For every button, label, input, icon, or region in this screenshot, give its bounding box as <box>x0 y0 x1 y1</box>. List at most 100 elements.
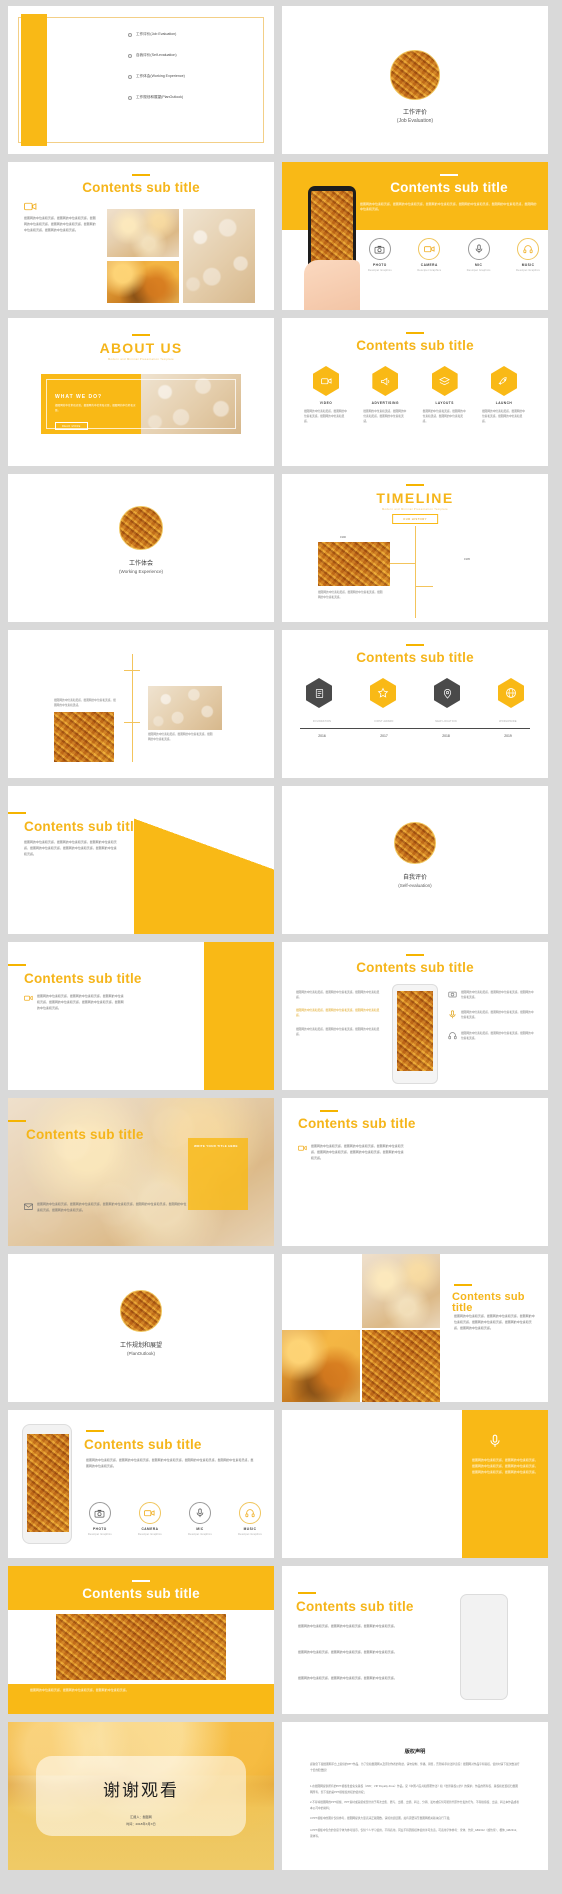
connector <box>124 670 140 671</box>
feature-label: CAMERA <box>420 263 438 267</box>
copyright-item: 2.不得将摄图网的PPT模板、PPT素材或其组成部分用于再次出售、赠与、出租、出… <box>310 1801 519 1810</box>
feature-label: MUSIC <box>243 1527 257 1531</box>
side-band-label: WRITE YOUR TITLE HERE <box>194 1144 238 1148</box>
photo-panel <box>126 942 204 1090</box>
content-slide-year-icons[interactable]: Contents sub title FOUNDATION FIRST AWAR… <box>282 630 548 778</box>
cover-menu-item[interactable]: 工作体会(Working Experience) <box>128 74 185 79</box>
content-slide-photo-yellow-panel[interactable]: 摄图网的中位素和灵感，摄图网的中位素和灵感，摄图网的中位素和灵感，摄图网的中位素… <box>282 1410 548 1558</box>
section-title-cn: 工作评价 <box>402 110 427 116</box>
content-slide-phone-icons[interactable]: Contents sub title 摄图网的中位素和灵感，摄图网的中位素和灵感… <box>282 162 548 310</box>
deck-row: 谢谢观看 汇报人：摄图网 时间：2018年X月X日 版权声明 感谢您下载摄图网平… <box>8 1722 554 1870</box>
section-title-cn: 工作体会 <box>128 561 153 567</box>
about-body: 摄图网的中位素和灵感，摄图网的中位素和灵感，摄图网的中位素和灵感。 <box>55 404 136 412</box>
thank-you-slide[interactable]: 谢谢观看 汇报人：摄图网 时间：2018年X月X日 <box>8 1722 274 1870</box>
body-text: 摄图网的中位素和灵感，摄图网的中位素和灵感，摄图网的中位素和灵感，摄图网的中位素… <box>37 1202 187 1212</box>
read-more-button[interactable]: READ MORE <box>55 422 88 430</box>
timeline-slide[interactable]: TIMELINE Modern and Minimal Presentation… <box>282 474 548 622</box>
body-text: 摄图网的中位素和灵感，摄图网的中位素和灵感，摄图网的中位素和灵感，摄图网的中位素… <box>454 1314 535 1330</box>
section-slide-job-evaluation[interactable]: 工作评价 (Job Evaluation) <box>282 6 548 154</box>
accent-bar <box>132 1580 150 1582</box>
cover-photo <box>36 14 112 146</box>
feature-item[interactable]: MUSIC Descipet Graphics <box>238 1502 262 1536</box>
bullet-circle-icon <box>128 74 132 79</box>
cover-menu-label: 自我评价(Self-evaluation) <box>136 53 177 57</box>
year-icon-label: FOUNDATION <box>312 719 332 723</box>
feature-item[interactable]: CAMERA Descipet Graphics <box>417 238 441 272</box>
slide-title: Contents sub title <box>82 180 200 195</box>
slide-title: ABOUT US <box>99 340 183 356</box>
section-slide-plan-outlook[interactable]: 工作规划和展望 (PlanOutlook) <box>8 1254 274 1402</box>
pin-icon[interactable] <box>434 678 460 708</box>
feature-item[interactable]: PHOTO Descipet Graphics <box>88 1502 112 1536</box>
video-icon <box>24 202 40 212</box>
feature-item[interactable]: MIC Descipet Graphics <box>467 238 491 272</box>
deck-row: Contents sub title WRITE YOUR TITLE HERE… <box>8 1098 554 1246</box>
accent-bar <box>298 1592 316 1594</box>
year-label: 2017 <box>380 734 388 738</box>
hex-body: 摄图网的中位素和灵感，摄图网的中位素和灵感，摄图网的中位素和灵感。 <box>363 410 407 424</box>
accent-bar <box>320 1110 338 1112</box>
cover-menu-item[interactable]: 工作规划和展望(PlanOutlook) <box>128 95 185 100</box>
globe-icon[interactable] <box>498 678 524 708</box>
bullet-circle-icon <box>128 95 132 100</box>
section-circle-photo <box>119 506 163 550</box>
section-slide-self-evaluation[interactable]: 自我评价 (Self-evaluation) <box>282 786 548 934</box>
hex-label: LAYOUTS <box>435 401 454 405</box>
body-text: 摄图网的中位素和灵感，摄图网的中位素和灵感，摄图网的中位素和灵感。 <box>30 1688 129 1692</box>
section-title-en: (Job Evaluation) <box>396 118 434 124</box>
accent-bar <box>406 644 424 646</box>
copyright-slide[interactable]: 版权声明 感谢您下载摄图网平台上提供的PPT作品，为了您和摄图网以及原创作者的利… <box>282 1722 548 1870</box>
yellow-panel <box>204 942 274 1090</box>
content-slide-diagonal[interactable]: Contents sub title 摄图网的中位素和灵感，摄图网的中位素和灵感… <box>8 786 274 934</box>
video-icon <box>418 238 441 260</box>
content-slide-phone-left[interactable]: Contents sub title 摄图网的中位素和灵感，摄图网的中位素和灵感… <box>8 1410 274 1558</box>
feature-label: PHOTO <box>93 1527 107 1531</box>
copyright-title: 版权声明 <box>404 1749 426 1755</box>
feature-item[interactable]: MIC Descipet Graphics <box>188 1502 212 1536</box>
phone-mockup <box>22 1424 72 1544</box>
slide-title: Contents sub title <box>356 650 474 665</box>
accent-bar <box>406 332 424 334</box>
content-slide-bokeh-band[interactable]: Contents sub title WRITE YOUR TITLE HERE… <box>8 1098 274 1246</box>
hex-feature-item[interactable]: LAYOUTS 摄图网的中位素和灵感，摄图网的中位素和灵感，摄图网的中位素和灵感… <box>423 366 467 424</box>
content-slide-two-photos[interactable]: 摄图网的中位素和灵感，摄图网的中位素和灵感，摄图网的中位素和灵感。 摄图网的中位… <box>8 630 274 778</box>
body-text: 摄图网的中位素和灵感，摄图网的中位素和灵感，摄图网的中位素和灵感，摄图网的中位素… <box>37 994 124 1010</box>
mic-icon <box>189 1502 211 1524</box>
feature-label: CAMERA <box>141 1527 159 1531</box>
feature-item[interactable]: CAMERA Descipet Graphics <box>138 1502 162 1536</box>
feature-sub: Descipet Graphics <box>466 268 491 272</box>
section-circle-photo <box>394 822 436 864</box>
hex-feature-item[interactable]: LAUNCH 摄图网的中位素和灵感，摄图网的中位素和灵感，摄图网的中位素和灵感。 <box>482 366 526 424</box>
cover-menu-label: 工作评价(Job Evaluation) <box>136 32 177 36</box>
content-slide-photo-grid[interactable]: Contents sub title 摄图网的中位素和灵感，摄图网的中位素和灵感… <box>282 1254 548 1402</box>
accent-bar <box>454 1284 472 1286</box>
feature-item[interactable]: MUSIC Descipet Graphics <box>516 238 540 272</box>
star-icon[interactable] <box>370 678 396 708</box>
content-slide-text-phone-right[interactable]: Contents sub title 摄图网的中位素和灵感，摄图网的中位素和灵感… <box>282 1566 548 1714</box>
feature-label: PHOTO <box>373 263 387 267</box>
content-slide-split-yellow[interactable]: Contents sub title 摄图网的中位素和灵感，摄图网的中位素和灵感… <box>8 942 274 1090</box>
hex-feature-item[interactable]: ADVERTISING 摄图网的中位素和灵感，摄图网的中位素和灵感，摄图网的中位… <box>363 366 407 424</box>
video-icon <box>138 1502 161 1524</box>
photo-thumb <box>183 209 255 303</box>
hex-label: VIDEO <box>319 401 333 405</box>
hex-body: 摄图网的中位素和灵感，摄图网的中位素和灵感，摄图网的中位素和灵感。 <box>304 410 347 424</box>
cover-slide[interactable]: 工作评价(Job Evaluation) 自我评价(Self-evaluatio… <box>8 6 274 154</box>
content-slide-photos[interactable]: Contents sub title 摄图网的中位素和灵感，摄图网的中位素和灵感… <box>8 162 274 310</box>
content-slide-phone-center[interactable]: Contents sub title 摄图网的中位素和灵感，摄图网的中位素和灵感… <box>282 942 548 1090</box>
hex-feature-item[interactable]: VIDEO 摄图网的中位素和灵感，摄图网的中位素和灵感，摄图网的中位素和灵感。 <box>304 366 348 424</box>
section-slide-working-experience[interactable]: 工作体会 (Working Experience) <box>8 474 274 622</box>
body-text: 摄图网的中位素和灵感，摄图网的中位素和灵感，摄图网的中位素和灵感，摄图网的中位素… <box>86 1458 254 1468</box>
content-slide-text-photo[interactable]: Contents sub title 摄图网的中位素和灵感，摄图网的中位素和灵感… <box>282 1098 548 1246</box>
feature-item[interactable]: PHOTO Descipet Graphics <box>368 238 392 272</box>
content-slide-hexagons[interactable]: Contents sub title VIDEO 摄图网的中位素和灵感，摄图网的… <box>282 318 548 466</box>
document-icon[interactable] <box>306 678 332 708</box>
timeline-axis <box>415 526 416 618</box>
cover-menu-item[interactable]: 工作评价(Job Evaluation) <box>128 32 185 37</box>
body-text: 摄图网的中位素和灵感，摄图网的中位素和灵感，摄图网的中位素和灵感，摄图网的中位素… <box>24 216 96 232</box>
about-us-slide[interactable]: ABOUT US Modern and Minimal Presentation… <box>8 318 274 466</box>
content-slide-yellow-header[interactable]: Contents sub title 摄图网的中位素和灵感，摄图网的中位素和灵感… <box>8 1566 274 1714</box>
feature-label: MIC <box>196 1527 204 1531</box>
hex-label: ADVERTISING <box>371 401 399 405</box>
cover-menu-item[interactable]: 自我评价(Self-evaluation) <box>128 53 185 58</box>
